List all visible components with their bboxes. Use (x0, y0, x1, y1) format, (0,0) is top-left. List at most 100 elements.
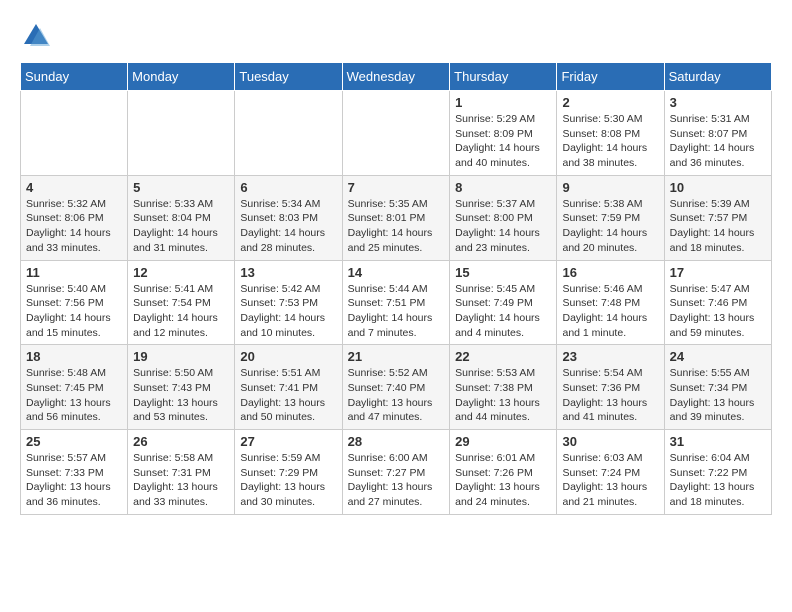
day-number: 8 (455, 180, 551, 195)
calendar-week-5: 25 Sunrise: 5:57 AMSunset: 7:33 PMDayligh… (21, 430, 772, 515)
calendar-cell: 7 Sunrise: 5:35 AMSunset: 8:01 PMDaylight… (342, 175, 450, 260)
day-info: Sunrise: 5:47 AMSunset: 7:46 PMDaylight:… (670, 282, 766, 341)
day-info: Sunrise: 5:51 AMSunset: 7:41 PMDaylight:… (240, 366, 336, 425)
calendar-cell: 30Sunrise: 6:03 AMSunset: 7:24 PMDayligh… (557, 430, 664, 515)
day-number: 19 (133, 349, 229, 364)
calendar-cell (342, 91, 450, 176)
day-number: 29 (455, 434, 551, 449)
calendar-cell: 4 Sunrise: 5:32 AMSunset: 8:06 PMDaylight… (21, 175, 128, 260)
day-info: Sunrise: 5:42 AMSunset: 7:53 PMDaylight:… (240, 282, 336, 341)
calendar-cell: 26 Sunrise: 5:58 AMSunset: 7:31 PMDayligh… (128, 430, 235, 515)
day-info: Sunrise: 6:01 AMSunset: 7:26 PMDaylight:… (455, 451, 551, 510)
weekday-header-friday: Friday (557, 63, 664, 91)
calendar-cell: 24 Sunrise: 5:55 AMSunset: 7:34 PMDayligh… (664, 345, 771, 430)
calendar-header-row: SundayMondayTuesdayWednesdayThursdayFrid… (21, 63, 772, 91)
day-number: 15 (455, 265, 551, 280)
weekday-header-monday: Monday (128, 63, 235, 91)
calendar-cell: 18 Sunrise: 5:48 AMSunset: 7:45 PMDayligh… (21, 345, 128, 430)
day-number: 27 (240, 434, 336, 449)
day-info: Sunrise: 5:59 AMSunset: 7:29 PMDaylight:… (240, 451, 336, 510)
calendar-cell: 11Sunrise: 5:40 AMSunset: 7:56 PMDayligh… (21, 260, 128, 345)
day-number: 6 (240, 180, 336, 195)
day-number: 22 (455, 349, 551, 364)
weekday-header-wednesday: Wednesday (342, 63, 450, 91)
day-info: Sunrise: 6:00 AMSunset: 7:27 PMDaylight:… (348, 451, 445, 510)
day-info: Sunrise: 5:52 AMSunset: 7:40 PMDaylight:… (348, 366, 445, 425)
day-number: 16 (562, 265, 658, 280)
weekday-header-saturday: Saturday (664, 63, 771, 91)
day-info: Sunrise: 5:38 AMSunset: 7:59 PMDaylight:… (562, 197, 658, 256)
weekday-header-thursday: Thursday (450, 63, 557, 91)
logo (20, 20, 56, 52)
day-number: 4 (26, 180, 122, 195)
day-number: 7 (348, 180, 445, 195)
calendar-cell: 22Sunrise: 5:53 AMSunset: 7:38 PMDayligh… (450, 345, 557, 430)
day-info: Sunrise: 5:58 AMSunset: 7:31 PMDaylight:… (133, 451, 229, 510)
day-info: Sunrise: 5:34 AMSunset: 8:03 PMDaylight:… (240, 197, 336, 256)
calendar-cell: 19 Sunrise: 5:50 AMSunset: 7:43 PMDayligh… (128, 345, 235, 430)
calendar-cell: 25 Sunrise: 5:57 AMSunset: 7:33 PMDayligh… (21, 430, 128, 515)
calendar-cell: 3 Sunrise: 5:31 AMSunset: 8:07 PMDaylight… (664, 91, 771, 176)
logo-icon (20, 20, 52, 52)
day-info: Sunrise: 5:41 AMSunset: 7:54 PMDaylight:… (133, 282, 229, 341)
day-number: 26 (133, 434, 229, 449)
day-number: 10 (670, 180, 766, 195)
calendar-cell: 9Sunrise: 5:38 AMSunset: 7:59 PMDaylight… (557, 175, 664, 260)
day-number: 3 (670, 95, 766, 110)
calendar-week-3: 11Sunrise: 5:40 AMSunset: 7:56 PMDayligh… (21, 260, 772, 345)
calendar-cell (235, 91, 342, 176)
day-info: Sunrise: 5:37 AMSunset: 8:00 PMDaylight:… (455, 197, 551, 256)
day-info: Sunrise: 5:39 AMSunset: 7:57 PMDaylight:… (670, 197, 766, 256)
calendar-cell: 15 Sunrise: 5:45 AMSunset: 7:49 PMDayligh… (450, 260, 557, 345)
weekday-header-sunday: Sunday (21, 63, 128, 91)
day-info: Sunrise: 5:48 AMSunset: 7:45 PMDaylight:… (26, 366, 122, 425)
day-info: Sunrise: 5:50 AMSunset: 7:43 PMDaylight:… (133, 366, 229, 425)
day-number: 1 (455, 95, 551, 110)
day-info: Sunrise: 5:30 AMSunset: 8:08 PMDaylight:… (562, 112, 658, 171)
day-number: 23 (562, 349, 658, 364)
day-number: 5 (133, 180, 229, 195)
day-number: 13 (240, 265, 336, 280)
calendar-cell: 8 Sunrise: 5:37 AMSunset: 8:00 PMDaylight… (450, 175, 557, 260)
day-info: Sunrise: 5:57 AMSunset: 7:33 PMDaylight:… (26, 451, 122, 510)
calendar-cell: 27 Sunrise: 5:59 AMSunset: 7:29 PMDayligh… (235, 430, 342, 515)
calendar-cell: 10 Sunrise: 5:39 AMSunset: 7:57 PMDayligh… (664, 175, 771, 260)
calendar-cell: 6 Sunrise: 5:34 AMSunset: 8:03 PMDaylight… (235, 175, 342, 260)
calendar-week-4: 18 Sunrise: 5:48 AMSunset: 7:45 PMDayligh… (21, 345, 772, 430)
day-info: Sunrise: 5:33 AMSunset: 8:04 PMDaylight:… (133, 197, 229, 256)
day-info: Sunrise: 5:35 AMSunset: 8:01 PMDaylight:… (348, 197, 445, 256)
calendar-cell: 28 Sunrise: 6:00 AMSunset: 7:27 PMDayligh… (342, 430, 450, 515)
day-number: 17 (670, 265, 766, 280)
calendar-cell: 16 Sunrise: 5:46 AMSunset: 7:48 PMDayligh… (557, 260, 664, 345)
day-info: Sunrise: 5:44 AMSunset: 7:51 PMDaylight:… (348, 282, 445, 341)
calendar-table: SundayMondayTuesdayWednesdayThursdayFrid… (20, 62, 772, 515)
day-number: 31 (670, 434, 766, 449)
day-number: 25 (26, 434, 122, 449)
calendar-cell: 1Sunrise: 5:29 AMSunset: 8:09 PMDaylight… (450, 91, 557, 176)
day-number: 28 (348, 434, 445, 449)
calendar-cell: 13 Sunrise: 5:42 AMSunset: 7:53 PMDayligh… (235, 260, 342, 345)
day-number: 21 (348, 349, 445, 364)
day-info: Sunrise: 5:32 AMSunset: 8:06 PMDaylight:… (26, 197, 122, 256)
day-number: 24 (670, 349, 766, 364)
calendar-cell: 17 Sunrise: 5:47 AMSunset: 7:46 PMDayligh… (664, 260, 771, 345)
day-info: Sunrise: 5:31 AMSunset: 8:07 PMDaylight:… (670, 112, 766, 171)
calendar-cell: 29 Sunrise: 6:01 AMSunset: 7:26 PMDayligh… (450, 430, 557, 515)
calendar-cell (128, 91, 235, 176)
calendar-cell: 12 Sunrise: 5:41 AMSunset: 7:54 PMDayligh… (128, 260, 235, 345)
day-info: Sunrise: 5:40 AMSunset: 7:56 PMDaylight:… (26, 282, 122, 341)
calendar-cell: 31Sunrise: 6:04 AMSunset: 7:22 PMDayligh… (664, 430, 771, 515)
day-info: Sunrise: 5:45 AMSunset: 7:49 PMDaylight:… (455, 282, 551, 341)
day-number: 20 (240, 349, 336, 364)
calendar-cell: 14Sunrise: 5:44 AMSunset: 7:51 PMDayligh… (342, 260, 450, 345)
calendar-cell: 5 Sunrise: 5:33 AMSunset: 8:04 PMDaylight… (128, 175, 235, 260)
day-info: Sunrise: 5:46 AMSunset: 7:48 PMDaylight:… (562, 282, 658, 341)
day-info: Sunrise: 5:55 AMSunset: 7:34 PMDaylight:… (670, 366, 766, 425)
calendar-cell: 21 Sunrise: 5:52 AMSunset: 7:40 PMDayligh… (342, 345, 450, 430)
calendar-week-1: 1Sunrise: 5:29 AMSunset: 8:09 PMDaylight… (21, 91, 772, 176)
day-number: 2 (562, 95, 658, 110)
day-number: 18 (26, 349, 122, 364)
day-number: 12 (133, 265, 229, 280)
calendar-cell: 2 Sunrise: 5:30 AMSunset: 8:08 PMDaylight… (557, 91, 664, 176)
page-header (20, 20, 772, 52)
